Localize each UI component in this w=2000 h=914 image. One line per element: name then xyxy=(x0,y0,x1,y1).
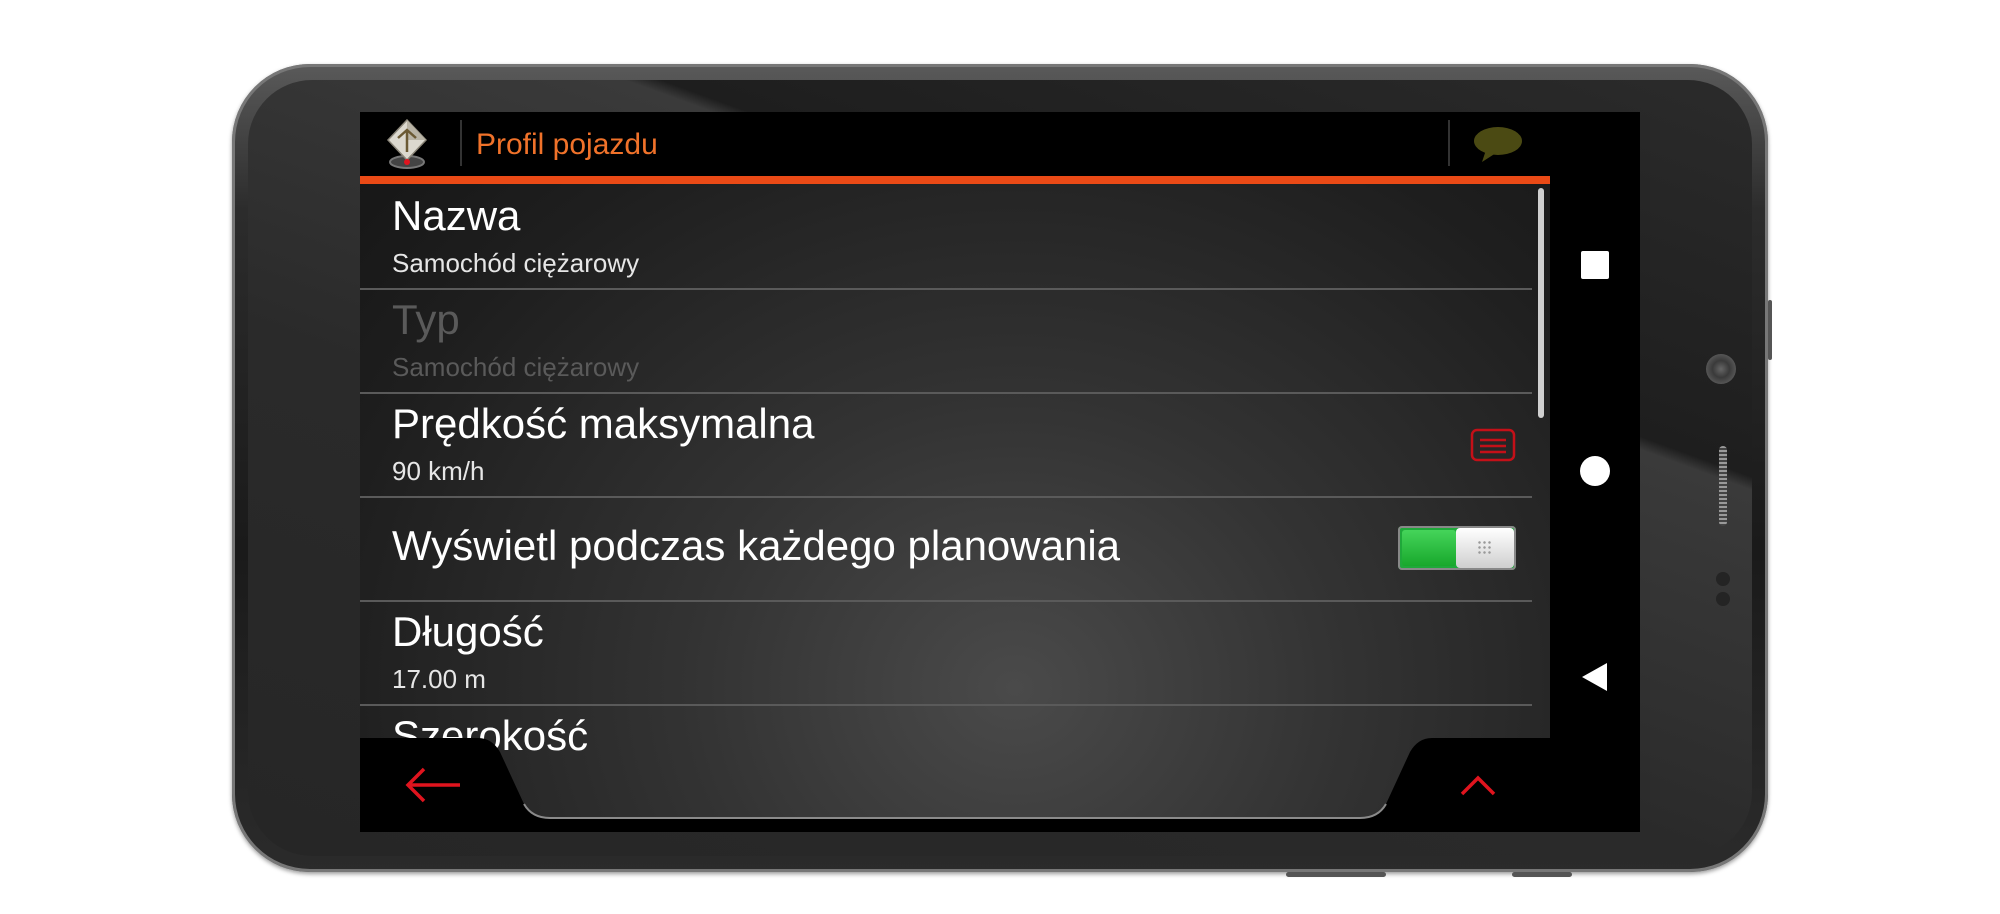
row-value: 17.00 m xyxy=(392,664,486,694)
top-bar: Profil pojazdu xyxy=(360,112,1550,176)
triangle-back-icon[interactable] xyxy=(1570,652,1620,702)
list-item-length[interactable]: Długość 17.00 m xyxy=(360,600,1532,706)
row-value: Samochód ciężarowy xyxy=(392,248,640,278)
row-value: Samochód ciężarowy xyxy=(392,352,640,382)
toggle-track-on xyxy=(1402,530,1456,566)
row-title: Prędkość maksymalna xyxy=(392,400,815,447)
header-divider-right xyxy=(1448,120,1450,166)
scrollbar[interactable] xyxy=(1538,188,1544,418)
volume-button-2 xyxy=(1512,872,1572,877)
light-sensor xyxy=(1716,592,1730,606)
list-item-max-speed[interactable]: Prędkość maksymalna 90 km/h xyxy=(360,392,1532,498)
header-divider xyxy=(460,120,462,166)
row-title: Wyświetl podczas każdego planowania xyxy=(392,522,1121,569)
row-title: Długość xyxy=(392,608,544,655)
list-item-show-every-planning[interactable]: Wyświetl podczas każdego planowania xyxy=(360,496,1532,602)
chevron-up-icon[interactable] xyxy=(1430,758,1526,812)
power-button xyxy=(1768,300,1772,360)
earpiece-speaker xyxy=(1719,446,1727,526)
row-title: Typ xyxy=(392,296,460,343)
row-title: Nazwa xyxy=(392,192,521,239)
proximity-sensor xyxy=(1716,572,1730,586)
chat-bubble-icon[interactable] xyxy=(1472,124,1524,164)
list-item-name[interactable]: Nazwa Samochód ciężarowy xyxy=(360,184,1532,290)
app-window: Profil pojazdu Nazwa Samochód ciężarowy … xyxy=(360,112,1550,832)
grip-icon xyxy=(1477,540,1493,556)
navigation-logo-icon[interactable] xyxy=(384,118,430,170)
bottom-bar-shape xyxy=(360,738,1550,832)
settings-list: Nazwa Samochód ciężarowy Typ Samochód ci… xyxy=(360,184,1532,768)
row-value: 90 km/h xyxy=(392,456,485,486)
show-toggle-switch[interactable] xyxy=(1398,526,1516,570)
page-title: Profil pojazdu xyxy=(476,128,658,161)
header-accent-bar xyxy=(360,176,1550,184)
circle-home-icon[interactable] xyxy=(1570,446,1620,496)
front-camera xyxy=(1706,354,1736,384)
list-item-type: Typ Samochód ciężarowy xyxy=(360,288,1532,394)
android-nav-bar xyxy=(1550,112,1640,832)
toggle-knob[interactable] xyxy=(1456,528,1514,568)
square-recent-icon[interactable] xyxy=(1570,240,1620,290)
list-menu-icon[interactable] xyxy=(1470,428,1516,462)
arrow-left-icon[interactable] xyxy=(388,758,484,812)
bottom-bar xyxy=(360,738,1550,832)
volume-button xyxy=(1286,872,1386,877)
screen: Profil pojazdu Nazwa Samochód ciężarowy … xyxy=(360,112,1640,832)
